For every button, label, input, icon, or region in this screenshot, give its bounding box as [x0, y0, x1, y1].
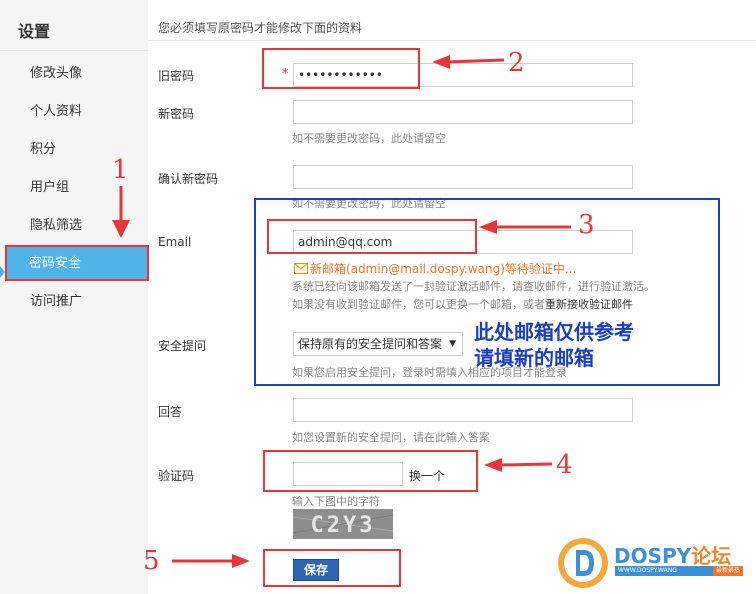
- captcha-text: C2Y3: [311, 513, 376, 538]
- annotation-number-1: 1: [112, 155, 129, 185]
- answer-input[interactable]: [293, 398, 633, 422]
- annotation-number-5: 5: [143, 546, 160, 576]
- annotation-note-line1: 此处邮箱仅供参考: [474, 320, 634, 344]
- annotation-box-1: [5, 245, 149, 281]
- confirm-password-input[interactable]: [293, 165, 633, 189]
- annotation-arrow-3: [479, 220, 571, 234]
- dospy-logo-icon: [558, 538, 608, 588]
- sidebar-item-profile[interactable]: 个人资料: [0, 95, 148, 129]
- email-label: Email: [158, 235, 192, 249]
- dospy-logo-text: DOSPY论坛: [614, 540, 731, 569]
- header-divider: [148, 40, 756, 41]
- annotation-number-2: 2: [508, 48, 525, 78]
- annotation-arrow-5: [172, 554, 250, 568]
- logo-name: DOSPY: [614, 544, 692, 568]
- sidebar-item-avatar[interactable]: 修改头像: [0, 57, 148, 91]
- annotation-arrow-4: [484, 458, 552, 472]
- logo-tag: 最新最热: [712, 566, 743, 576]
- captcha-label: 验证码: [158, 469, 195, 483]
- security-question-label: 安全提问: [158, 339, 207, 353]
- dospy-logo-subtitle: WWW.DOSPY.WANG 最新最热: [615, 566, 743, 576]
- confirm-password-label: 确认新密码: [158, 172, 219, 186]
- annotation-note-line2: 请填新的邮箱: [474, 346, 594, 370]
- new-password-label: 新密码: [158, 107, 195, 121]
- new-password-hint: 如不需要更改密码，此处请留空: [292, 132, 446, 145]
- logo-name-cn: 论坛: [691, 544, 732, 568]
- old-password-label: 旧密码: [158, 69, 195, 83]
- answer-hint: 如您设置新的安全提问，请在此输入答案: [292, 431, 490, 444]
- captcha-hint: 输入下图中的字符: [292, 495, 380, 508]
- annotation-number-3: 3: [578, 210, 595, 240]
- annotation-box-4: [263, 450, 478, 492]
- annotation-box-2: [262, 48, 420, 89]
- password-notice: 您必须填写原密码才能修改下面的资料: [158, 21, 363, 35]
- sidebar-item-promotion[interactable]: 访问推广: [0, 285, 148, 319]
- answer-label: 回答: [158, 405, 183, 419]
- captcha-image[interactable]: C2Y3: [293, 509, 393, 539]
- new-password-input[interactable]: [293, 100, 633, 124]
- sidebar-divider: [0, 50, 148, 51]
- annotation-box-5: [263, 549, 401, 587]
- settings-sidebar: 设置 修改头像 个人资料 积分 用户组 隐私筛选 密码安全 访问推广: [0, 0, 148, 594]
- annotation-arrow-2: [432, 55, 504, 69]
- logo-sub-text: WWW.DOSPY.WANG: [618, 567, 677, 574]
- annotation-number-4: 4: [556, 450, 573, 480]
- annotation-arrow-1: [112, 186, 130, 238]
- sidebar-title: 设置: [18, 22, 51, 41]
- annotation-box-3: [267, 219, 477, 254]
